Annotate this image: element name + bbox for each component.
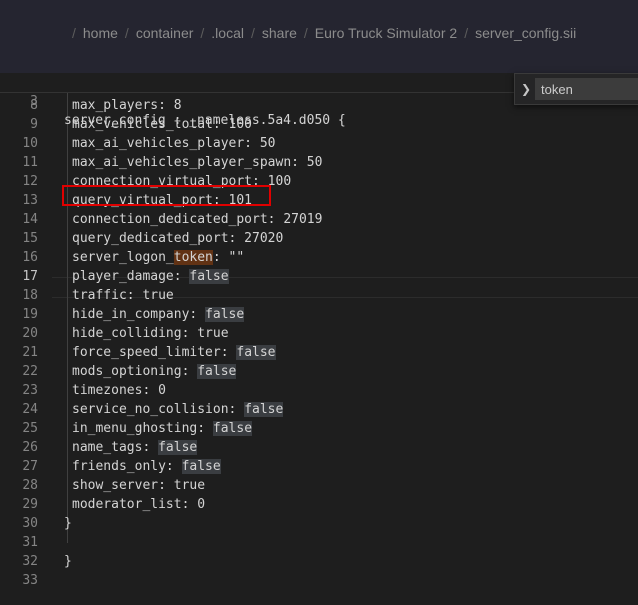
word-highlight: false <box>158 440 198 455</box>
code-line[interactable]: server_logon_token: "" <box>72 248 244 267</box>
breadcrumb-separator: / <box>303 25 308 41</box>
code-line[interactable]: hide_colliding: true <box>72 324 229 343</box>
line-number: 20 <box>22 326 38 341</box>
code-line[interactable]: } <box>64 552 72 571</box>
line-number: 17 <box>22 269 38 284</box>
breadcrumb: / home / container / .local / share / Eu… <box>72 24 576 42</box>
breadcrumb-separator: / <box>124 25 129 41</box>
code-row[interactable]: 29 moderator_list: 0 <box>0 495 638 514</box>
code-line[interactable]: max_ai_vehicles_player_spawn: 50 <box>72 153 322 172</box>
line-number: 15 <box>22 231 38 246</box>
word-highlight: false <box>197 364 237 379</box>
breadcrumb-item-share[interactable]: share <box>262 25 297 41</box>
code-row[interactable]: 10 max_ai_vehicles_player: 50 <box>0 134 638 153</box>
find-input[interactable] <box>535 78 638 100</box>
breadcrumb-item-container[interactable]: container <box>136 25 194 41</box>
line-number: 32 <box>22 554 38 569</box>
line-number: 29 <box>22 497 38 512</box>
code-line[interactable]: hide_in_company: false <box>72 305 245 324</box>
code-row[interactable]: 32} <box>0 552 638 571</box>
code-line[interactable]: friends_only: false <box>72 457 221 476</box>
code-row[interactable]: 16 server_logon_token: "" <box>0 248 638 267</box>
line-number: 28 <box>22 478 38 493</box>
word-highlight: false <box>181 459 221 474</box>
line-number: 24 <box>22 402 38 417</box>
breadcrumb-separator: / <box>72 25 76 41</box>
code-line[interactable]: name_tags: false <box>72 438 198 457</box>
code-line[interactable]: max_ai_vehicles_player: 50 <box>72 134 276 153</box>
breadcrumb-item-file[interactable]: server_config.sii <box>475 25 576 41</box>
search-match-highlight: token <box>173 250 213 265</box>
find-widget: ❯ <box>514 73 638 105</box>
code-line[interactable]: force_speed_limiter: false <box>72 343 276 362</box>
word-highlight: false <box>189 269 229 284</box>
code-row[interactable]: 22 mods_optioning: false <box>0 362 638 381</box>
code-row[interactable]: 17 player_damage: false <box>0 267 638 286</box>
line-number: 25 <box>22 421 38 436</box>
breadcrumb-item-home[interactable]: home <box>83 25 118 41</box>
line-number: 23 <box>22 383 38 398</box>
code-row[interactable]: 20 hide_colliding: true <box>0 324 638 343</box>
line-number: 22 <box>22 364 38 379</box>
code-line[interactable]: moderator_list: 0 <box>72 495 205 514</box>
code-row[interactable]: 30} <box>0 514 638 533</box>
code-line[interactable]: query_dedicated_port: 27020 <box>72 229 283 248</box>
code-line[interactable]: service_no_collision: false <box>72 400 284 419</box>
code-row[interactable]: 19 hide_in_company: false <box>0 305 638 324</box>
annotation-box <box>62 185 271 206</box>
code-line[interactable]: timezones: 0 <box>72 381 166 400</box>
code-line[interactable]: in_menu_ghosting: false <box>72 419 253 438</box>
code-line[interactable]: traffic: true <box>72 286 174 305</box>
line-number: 11 <box>22 155 38 170</box>
code-row[interactable]: 27 friends_only: false <box>0 457 638 476</box>
code-row[interactable]: 25 in_menu_ghosting: false <box>0 419 638 438</box>
word-highlight: false <box>212 421 253 436</box>
line-number: 27 <box>22 459 38 474</box>
breadcrumb-separator: / <box>250 25 255 41</box>
code-line[interactable]: connection_dedicated_port: 27019 <box>72 210 322 229</box>
line-number: 30 <box>22 516 38 531</box>
line-number: 12 <box>22 174 38 189</box>
code-row[interactable]: 14 connection_dedicated_port: 27019 <box>0 210 638 229</box>
word-highlight: false <box>236 345 276 360</box>
code-row[interactable]: 26 name_tags: false <box>0 438 638 457</box>
code-row[interactable]: 23 timezones: 0 <box>0 381 638 400</box>
code-row[interactable]: 11 max_ai_vehicles_player_spawn: 50 <box>0 153 638 172</box>
code-line[interactable]: } <box>64 514 72 533</box>
line-number: 21 <box>22 345 38 360</box>
breadcrumb-item-local[interactable]: .local <box>211 25 244 41</box>
code-row[interactable]: 28 show_server: true <box>0 476 638 495</box>
breadcrumb-separator: / <box>200 25 205 41</box>
code-editor[interactable]: 3 server_config : _nameless.5a4.d050 { 7… <box>0 73 638 605</box>
line-number: 33 <box>22 573 38 588</box>
line-number: 13 <box>22 193 38 208</box>
code-row[interactable]: 31 <box>0 533 638 552</box>
code-row[interactable]: 33 <box>0 571 638 590</box>
line-number: 16 <box>22 250 38 265</box>
code-row[interactable]: 18 traffic: true <box>0 286 638 305</box>
breadcrumb-item-game-folder[interactable]: Euro Truck Simulator 2 <box>315 25 457 41</box>
breadcrumb-bar: / home / container / .local / share / Eu… <box>0 0 638 73</box>
code-line[interactable]: show_server: true <box>72 476 205 495</box>
word-highlight: false <box>244 402 284 417</box>
line-number: 14 <box>22 212 38 227</box>
code-line[interactable]: server_config : _nameless.5a4.d050 { <box>64 111 346 130</box>
word-highlight: false <box>205 307 245 322</box>
line-number: 31 <box>22 535 38 550</box>
code-line[interactable]: mods_optioning: false <box>72 362 237 381</box>
line-number: 18 <box>22 288 38 303</box>
code-line[interactable]: player_damage: false <box>72 267 229 286</box>
code-row[interactable]: 24 service_no_collision: false <box>0 400 638 419</box>
line-number: 3 <box>30 94 38 109</box>
line-number: 19 <box>22 307 38 322</box>
breadcrumb-separator: / <box>464 25 469 41</box>
code-row[interactable]: 21 force_speed_limiter: false <box>0 343 638 362</box>
chevron-right-icon[interactable]: ❯ <box>519 80 533 98</box>
line-number: 26 <box>22 440 38 455</box>
code-row[interactable]: 15 query_dedicated_port: 27020 <box>0 229 638 248</box>
